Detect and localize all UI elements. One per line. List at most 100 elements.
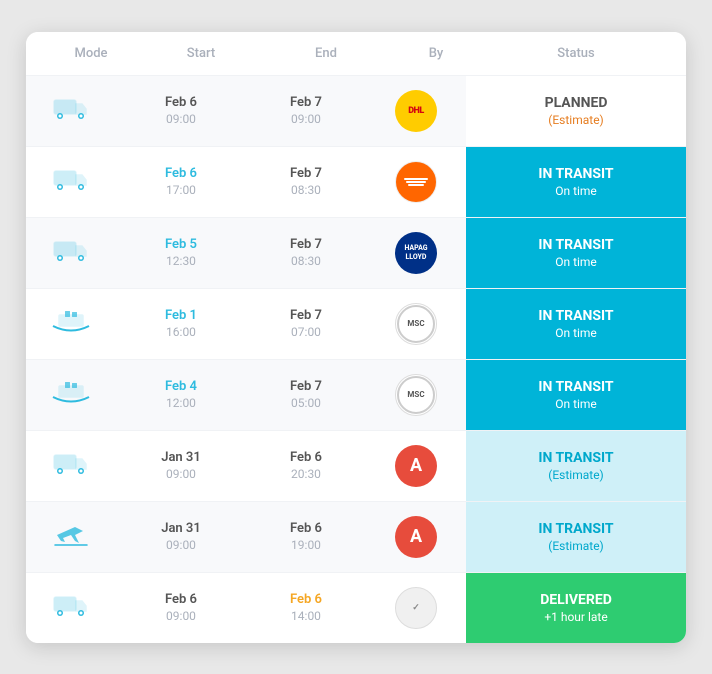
start-cell: Feb 6 17:00 bbox=[116, 152, 246, 211]
table-row: Feb 6 09:00 Feb 7 09:00 DHL PLANNED (Est… bbox=[26, 75, 686, 146]
table-row: Feb 5 12:30 Feb 7 08:30 HAPAGLLOYD IN TR… bbox=[26, 217, 686, 288]
end-time: 07:00 bbox=[291, 325, 321, 339]
start-cell: Jan 31 09:00 bbox=[116, 436, 246, 495]
col-end: End bbox=[266, 46, 386, 61]
start-time: 09:00 bbox=[166, 112, 196, 126]
end-time: 19:00 bbox=[291, 538, 321, 552]
carrier-badge-red: A bbox=[395, 516, 437, 558]
end-cell: Feb 6 19:00 bbox=[246, 507, 366, 566]
carrier-badge-msc: MSC bbox=[395, 303, 437, 345]
status-sub: (Estimate) bbox=[548, 468, 603, 482]
start-time: 16:00 bbox=[166, 325, 196, 339]
mode-cell bbox=[26, 366, 116, 424]
status-box: IN TRANSIT On time bbox=[466, 360, 686, 430]
carrier-badge-dhl: DHL bbox=[395, 90, 437, 132]
status-cell: IN TRANSIT (Estimate) bbox=[466, 431, 686, 501]
status-sub: (Estimate) bbox=[548, 113, 603, 127]
status-cell: IN TRANSIT On time bbox=[466, 218, 686, 288]
status-sub: On time bbox=[555, 397, 597, 411]
status-main: DELIVERED bbox=[540, 592, 612, 608]
start-time: 09:00 bbox=[166, 609, 196, 623]
mode-cell bbox=[26, 507, 116, 567]
start-date: Jan 31 bbox=[161, 521, 201, 536]
end-cell: Feb 7 05:00 bbox=[246, 365, 366, 424]
carrier-badge-tnt bbox=[395, 161, 437, 203]
end-cell: Feb 7 08:30 bbox=[246, 223, 366, 282]
start-time: 12:00 bbox=[166, 396, 196, 410]
status-box: IN TRANSIT On time bbox=[466, 218, 686, 288]
status-box: IN TRANSIT (Estimate) bbox=[466, 431, 686, 501]
end-date: Feb 6 bbox=[290, 450, 322, 465]
start-time: 12:30 bbox=[166, 254, 196, 268]
ship-icon bbox=[51, 380, 91, 410]
start-date: Feb 4 bbox=[165, 379, 197, 394]
status-box: IN TRANSIT On time bbox=[466, 289, 686, 359]
status-box: DELIVERED +1 hour late bbox=[466, 573, 686, 643]
truck-icon bbox=[53, 238, 89, 268]
start-cell: Feb 6 09:00 bbox=[116, 578, 246, 637]
status-cell: DELIVERED +1 hour late bbox=[466, 573, 686, 643]
status-box: PLANNED (Estimate) bbox=[466, 76, 686, 146]
end-time: 14:00 bbox=[291, 609, 321, 623]
end-cell: Feb 7 07:00 bbox=[246, 294, 366, 353]
col-by: By bbox=[386, 46, 486, 61]
status-box: IN TRANSIT (Estimate) bbox=[466, 502, 686, 572]
tracking-card: Mode Start End By Status Feb 6 09:00 Feb… bbox=[26, 32, 686, 643]
carrier-cell: MSC bbox=[366, 360, 466, 430]
truck-icon bbox=[53, 451, 89, 481]
end-time: 08:30 bbox=[291, 254, 321, 268]
truck-icon bbox=[53, 167, 89, 197]
status-cell: PLANNED (Estimate) bbox=[466, 76, 686, 146]
table-row: Feb 6 17:00 Feb 7 08:30 IN TRANSIT On ti… bbox=[26, 146, 686, 217]
plane-icon bbox=[53, 521, 89, 553]
status-cell: IN TRANSIT (Estimate) bbox=[466, 502, 686, 572]
status-sub: On time bbox=[555, 255, 597, 269]
end-cell: Feb 7 08:30 bbox=[246, 152, 366, 211]
truck-icon bbox=[53, 96, 89, 126]
status-box: IN TRANSIT On time bbox=[466, 147, 686, 217]
table-body: Feb 6 09:00 Feb 7 09:00 DHL PLANNED (Est… bbox=[26, 75, 686, 643]
table-row: Feb 1 16:00 Feb 7 07:00 MSC IN TRANSIT O… bbox=[26, 288, 686, 359]
end-time: 05:00 bbox=[291, 396, 321, 410]
status-cell: IN TRANSIT On time bbox=[466, 289, 686, 359]
ship-icon bbox=[51, 309, 91, 339]
table-header: Mode Start End By Status bbox=[26, 32, 686, 75]
end-date: Feb 6 bbox=[290, 592, 322, 607]
status-main: IN TRANSIT bbox=[538, 450, 613, 466]
status-main: IN TRANSIT bbox=[538, 166, 613, 182]
carrier-badge-delivered: ✓ bbox=[395, 587, 437, 629]
mode-cell bbox=[26, 224, 116, 282]
end-cell: Feb 7 09:00 bbox=[246, 81, 366, 140]
status-cell: IN TRANSIT On time bbox=[466, 360, 686, 430]
start-date: Feb 1 bbox=[165, 308, 197, 323]
start-cell: Feb 4 12:00 bbox=[116, 365, 246, 424]
carrier-badge-red: A bbox=[395, 445, 437, 487]
carrier-badge-hapag: HAPAGLLOYD bbox=[395, 232, 437, 274]
status-sub: +1 hour late bbox=[544, 610, 607, 624]
carrier-cell: ✓ bbox=[366, 573, 466, 643]
end-time: 08:30 bbox=[291, 183, 321, 197]
end-date: Feb 7 bbox=[290, 95, 322, 110]
carrier-badge-msc: MSC bbox=[395, 374, 437, 416]
start-date: Feb 6 bbox=[165, 166, 197, 181]
start-time: 09:00 bbox=[166, 467, 196, 481]
start-date: Feb 5 bbox=[165, 237, 197, 252]
end-time: 09:00 bbox=[291, 112, 321, 126]
carrier-cell: A bbox=[366, 431, 466, 501]
status-cell: IN TRANSIT On time bbox=[466, 147, 686, 217]
end-date: Feb 6 bbox=[290, 521, 322, 536]
carrier-cell: HAPAGLLOYD bbox=[366, 218, 466, 288]
end-date: Feb 7 bbox=[290, 166, 322, 181]
table-row: Jan 31 09:00 Feb 6 19:00 A IN TRANSIT (E… bbox=[26, 501, 686, 572]
start-date: Feb 6 bbox=[165, 592, 197, 607]
status-main: IN TRANSIT bbox=[538, 237, 613, 253]
status-sub: (Estimate) bbox=[548, 539, 603, 553]
table-row: Feb 4 12:00 Feb 7 05:00 MSC IN TRANSIT O… bbox=[26, 359, 686, 430]
end-date: Feb 7 bbox=[290, 237, 322, 252]
carrier-cell: DHL bbox=[366, 76, 466, 146]
start-date: Feb 6 bbox=[165, 95, 197, 110]
carrier-cell: MSC bbox=[366, 289, 466, 359]
col-start: Start bbox=[136, 46, 266, 61]
start-cell: Feb 5 12:30 bbox=[116, 223, 246, 282]
status-sub: On time bbox=[555, 326, 597, 340]
